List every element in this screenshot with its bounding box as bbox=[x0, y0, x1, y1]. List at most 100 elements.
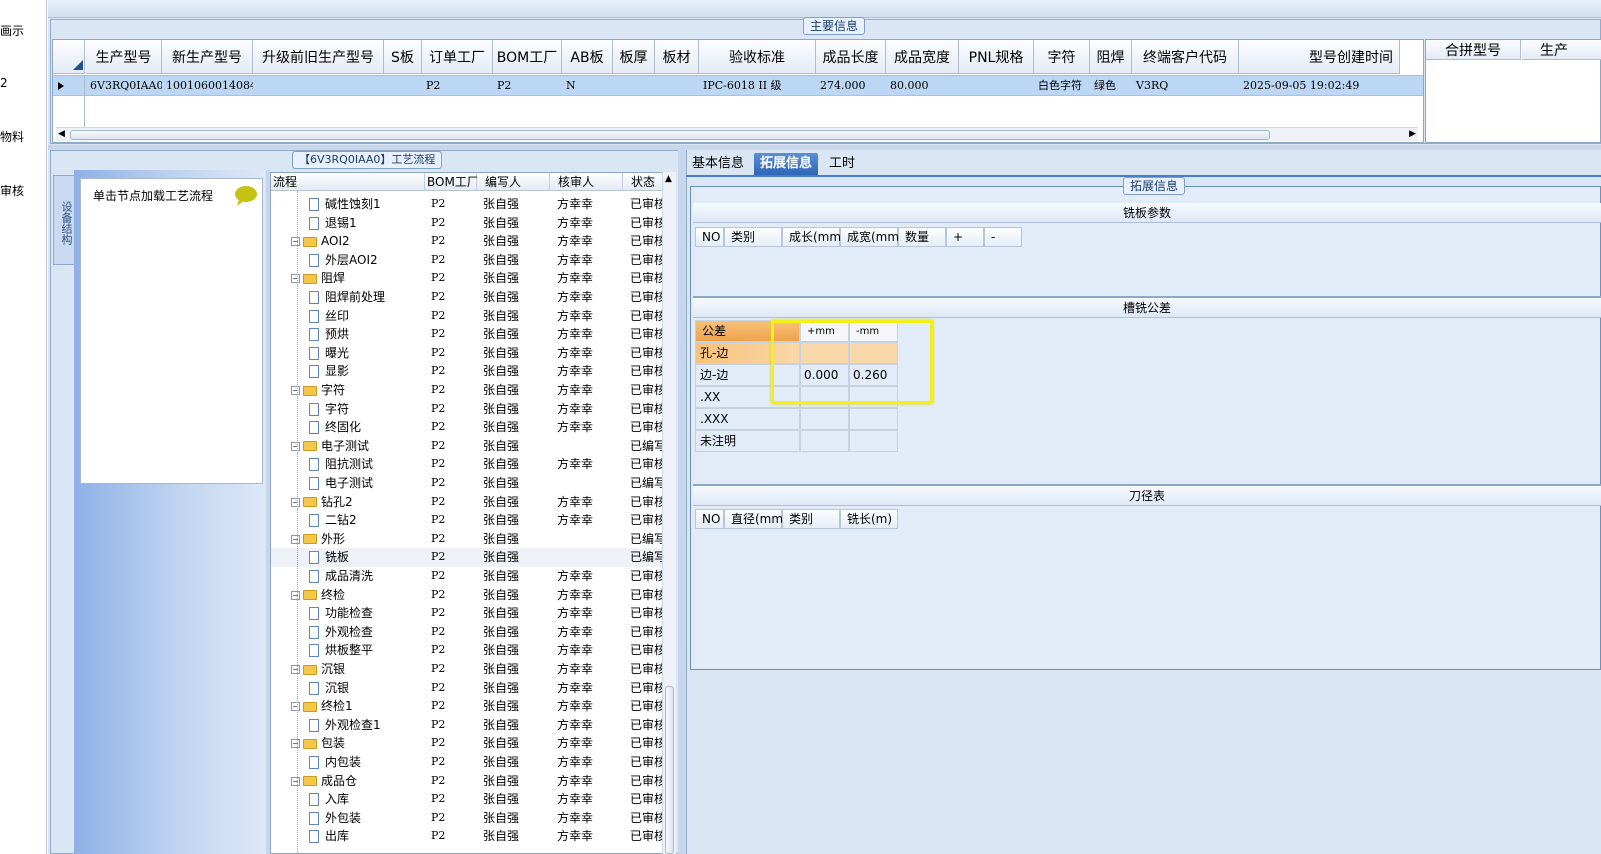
tree-row[interactable]: 预烘 P2 张自强 方幸幸 已审核 bbox=[271, 325, 671, 344]
tree-row[interactable]: 外包装 P2 张自强 方幸幸 已审核 bbox=[271, 809, 671, 828]
nav-item-audit[interactable]: 审核 bbox=[0, 182, 24, 199]
collapse-icon[interactable]: − bbox=[291, 497, 300, 507]
col-solder-mask[interactable]: 阻焊 bbox=[1090, 40, 1132, 74]
nav-item-display[interactable]: 画示 bbox=[0, 22, 24, 39]
milling-col[interactable]: - bbox=[984, 227, 1022, 247]
tree-row[interactable]: 阻焊前处理 P2 张自强 方幸幸 已审核 bbox=[271, 288, 671, 307]
col-prod-model[interactable]: 生产型号 bbox=[86, 40, 162, 74]
tree-row[interactable]: − 包装 P2 张自强 方幸幸 已审核 bbox=[271, 734, 671, 753]
tab-work-hours[interactable]: 工时 bbox=[823, 153, 861, 175]
tree-row[interactable]: 烘板整平 P2 张自强 方幸幸 已审核 bbox=[271, 641, 671, 660]
collapse-icon[interactable]: − bbox=[291, 702, 300, 712]
tree-row[interactable]: 外层AOI2 P2 张自强 方幸幸 已审核 bbox=[271, 251, 671, 270]
cell-created[interactable]: 2025-09-05 19:02:49 bbox=[1239, 75, 1400, 96]
tree-row[interactable]: 成品清洗 P2 张自强 方幸幸 已审核 bbox=[271, 567, 671, 586]
collapse-icon[interactable]: − bbox=[291, 534, 300, 544]
col-customer-code[interactable]: 终端客户代码 bbox=[1132, 40, 1239, 74]
side-col-merge-model[interactable]: 合拼型号 bbox=[1426, 40, 1521, 60]
tree-row[interactable]: 阻抗测试 P2 张自强 方幸幸 已审核 bbox=[271, 455, 671, 474]
cell-pnl[interactable] bbox=[959, 75, 1034, 96]
side-col-production[interactable]: 生产 bbox=[1522, 40, 1601, 60]
cell-s-board[interactable] bbox=[384, 75, 422, 96]
tree-row[interactable]: 退锡1 P2 张自强 方幸幸 已审核 bbox=[271, 214, 671, 233]
tree-row[interactable]: 内包装 P2 张自强 方幸幸 已审核 bbox=[271, 753, 671, 772]
col-length[interactable]: 成品长度 bbox=[816, 40, 886, 74]
cell-length[interactable]: 274.000 bbox=[816, 75, 886, 96]
cell-bom-factory[interactable]: P2 bbox=[493, 75, 562, 96]
cell-ab-board[interactable]: N bbox=[562, 75, 613, 96]
cell-order-factory[interactable]: P2 bbox=[422, 75, 493, 96]
tree-row[interactable]: − 钻孔2 P2 张自强 方幸幸 已审核 bbox=[271, 493, 671, 512]
cell-char[interactable]: 白色字符 bbox=[1034, 75, 1090, 96]
cell-thickness[interactable] bbox=[613, 75, 655, 96]
tree-row[interactable]: 铣板 P2 张自强 已编写 bbox=[271, 548, 671, 567]
tree-row[interactable]: 字符 P2 张自强 方幸幸 已审核 bbox=[271, 400, 671, 419]
tree-row[interactable]: 出库 P2 张自强 方幸幸 已审核 bbox=[271, 827, 671, 846]
tolerance-minus-value[interactable] bbox=[849, 408, 898, 430]
col-char[interactable]: 字符 bbox=[1034, 40, 1090, 74]
col-s-board[interactable]: S板 bbox=[384, 40, 422, 74]
tree-row[interactable]: − AOI2 P2 张自强 方幸幸 已审核 bbox=[271, 232, 671, 251]
scroll-right-icon[interactable]: ▶ bbox=[1409, 129, 1416, 139]
cell-standard[interactable]: IPC-6018 II 级 bbox=[699, 75, 816, 96]
tree-row[interactable]: 曝光 P2 张自强 方幸幸 已审核 bbox=[271, 344, 671, 363]
cell-new-prod-model[interactable]: 10010600140842 bbox=[162, 75, 253, 96]
collapse-icon[interactable]: − bbox=[291, 590, 300, 600]
scroll-left-icon[interactable]: ◀ bbox=[58, 129, 65, 139]
col-bom-factory[interactable]: BOM工厂 bbox=[493, 40, 562, 74]
scroll-up-icon[interactable]: ▲ bbox=[665, 174, 672, 184]
horizontal-scrollbar[interactable]: ◀ ▶ bbox=[56, 127, 1418, 141]
tree-row[interactable]: − 终检 P2 张自强 方幸幸 已审核 bbox=[271, 586, 671, 605]
tree-row[interactable]: − 电子测试 P2 张自强 已编写 bbox=[271, 437, 671, 456]
cell-width[interactable]: 80.000 bbox=[886, 75, 959, 96]
tree-row[interactable]: − 沉银 P2 张自强 方幸幸 已审核 bbox=[271, 660, 671, 679]
tree-row[interactable]: 碱性蚀刻1 P2 张自强 方幸幸 已审核 bbox=[271, 195, 671, 214]
tree-row[interactable]: 终固化 P2 张自强 方幸幸 已审核 bbox=[271, 418, 671, 437]
cell-old-prod-model[interactable] bbox=[253, 75, 384, 96]
nav-item-material[interactable]: 物料 bbox=[0, 128, 24, 145]
col-bom-factory[interactable]: BOM工厂 bbox=[425, 173, 479, 191]
vertical-splitter[interactable] bbox=[678, 150, 686, 854]
collapse-icon[interactable]: − bbox=[291, 274, 300, 284]
tree-row[interactable]: 丝印 P2 张自强 方幸幸 已审核 bbox=[271, 307, 671, 326]
col-ab-board[interactable]: AB板 bbox=[562, 40, 613, 74]
collapse-icon[interactable]: − bbox=[291, 739, 300, 749]
tolerance-plus-value[interactable] bbox=[800, 430, 849, 452]
cell-material[interactable] bbox=[655, 75, 699, 96]
col-created[interactable]: 型号创建时间 bbox=[1239, 40, 1400, 74]
tree-scroll-thumb[interactable] bbox=[665, 686, 674, 854]
collapse-icon[interactable]: − bbox=[291, 665, 300, 674]
scrollbar-thumb[interactable] bbox=[70, 130, 1270, 140]
col-old-prod-model[interactable]: 升级前旧生产型号 bbox=[253, 40, 384, 74]
col-thickness[interactable]: 板厚 bbox=[613, 40, 655, 74]
tree-row[interactable]: 外观检查 P2 张自强 方幸幸 已审核 bbox=[271, 623, 671, 642]
tree-row[interactable]: − 字符 P2 张自强 方幸幸 已审核 bbox=[271, 381, 671, 400]
cell-solder-mask[interactable]: 绿色 bbox=[1090, 75, 1132, 96]
col-auditor[interactable]: 核审人 bbox=[550, 173, 623, 191]
tree-row[interactable]: − 终检1 P2 张自强 方幸幸 已审核 bbox=[271, 697, 671, 716]
collapse-icon[interactable]: − bbox=[291, 776, 300, 786]
tree-row[interactable]: 功能检查 P2 张自强 方幸幸 已审核 bbox=[271, 604, 671, 623]
tree-vertical-scrollbar[interactable]: ▲ bbox=[662, 172, 676, 854]
tree-row[interactable]: − 外形 P2 张自强 已编写 bbox=[271, 530, 671, 549]
tree-row[interactable]: 入库 P2 张自强 方幸幸 已审核 bbox=[271, 790, 671, 809]
tolerance-plus-value[interactable] bbox=[800, 408, 849, 430]
tree-row[interactable]: 二钻2 P2 张自强 方幸幸 已审核 bbox=[271, 511, 671, 530]
collapse-icon[interactable]: − bbox=[291, 441, 300, 451]
tab-basic-info[interactable]: 基本信息 bbox=[686, 153, 750, 175]
col-standard[interactable]: 验收标准 bbox=[699, 40, 816, 74]
nav-item-2[interactable]: 2 bbox=[0, 76, 8, 90]
speech-bubble-icon[interactable] bbox=[233, 185, 259, 207]
col-writer[interactable]: 编写人 bbox=[477, 173, 550, 191]
collapse-icon[interactable]: − bbox=[291, 386, 300, 395]
tree-row[interactable]: 外观检查1 P2 张自强 方幸幸 已审核 bbox=[271, 716, 671, 735]
tree-row[interactable]: 电子测试 P2 张自强 已编写 bbox=[271, 474, 671, 493]
tree-row[interactable]: 显影 P2 张自强 方幸幸 已审核 bbox=[271, 362, 671, 381]
col-width[interactable]: 成品宽度 bbox=[886, 40, 959, 74]
milling-col[interactable]: + bbox=[946, 227, 984, 247]
tolerance-minus-value[interactable] bbox=[849, 430, 898, 452]
equipment-structure-tab[interactable]: 设备结构 bbox=[53, 175, 74, 265]
col-order-factory[interactable]: 订单工厂 bbox=[422, 40, 493, 74]
tree-row[interactable]: − 成品仓 P2 张自强 方幸幸 已审核 bbox=[271, 772, 671, 791]
cell-prod-model[interactable]: 6V3RQ0IAA0 bbox=[86, 75, 162, 96]
